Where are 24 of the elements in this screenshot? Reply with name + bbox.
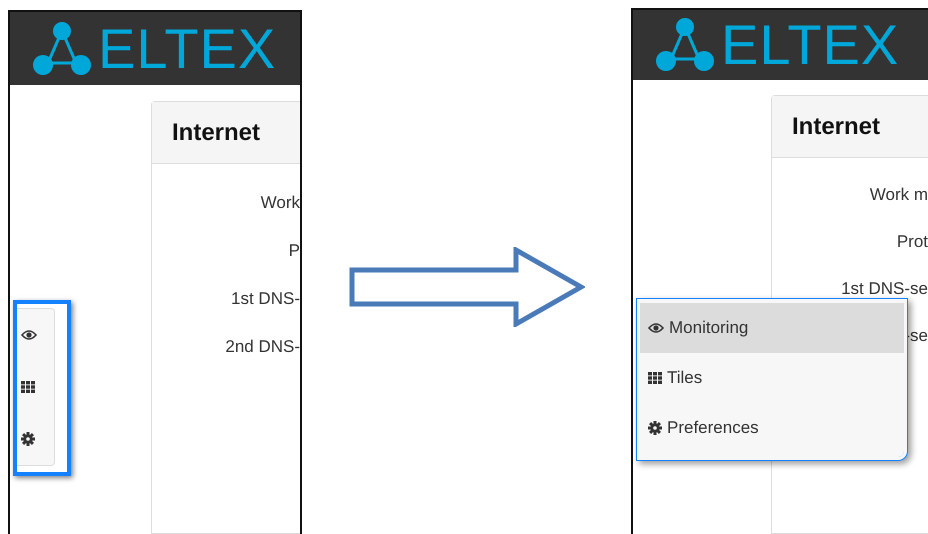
menu-item[interactable]: Tiles — [640, 353, 904, 403]
right-arrow-icon — [348, 247, 584, 327]
field-label: Work — [260, 194, 300, 212]
logo-icon — [32, 20, 94, 76]
menu-item[interactable]: Monitoring — [640, 303, 904, 353]
brand-logo: ELTEX — [98, 20, 276, 76]
card-title: Internet — [792, 112, 880, 140]
field-label: -se — [904, 327, 928, 345]
grid-icon — [648, 372, 662, 384]
eye-icon — [648, 322, 664, 334]
field-label: 1st DNS- — [231, 290, 300, 308]
grid-icon — [21, 381, 35, 393]
field-label: P — [288, 242, 300, 260]
field-label: Work m — [870, 186, 928, 204]
field-label: 1st DNS-se — [841, 280, 928, 298]
card-title: Internet — [172, 118, 260, 146]
gear-icon — [648, 421, 662, 435]
brand-logo: ELTEX — [721, 17, 900, 73]
eye-icon — [21, 329, 37, 341]
menu-item[interactable]: Preferences — [640, 403, 904, 453]
logo-icon — [655, 17, 717, 73]
gear-icon — [21, 432, 35, 446]
field-label: Prot — [896, 233, 928, 251]
field-label: 2nd DNS- — [225, 338, 300, 356]
